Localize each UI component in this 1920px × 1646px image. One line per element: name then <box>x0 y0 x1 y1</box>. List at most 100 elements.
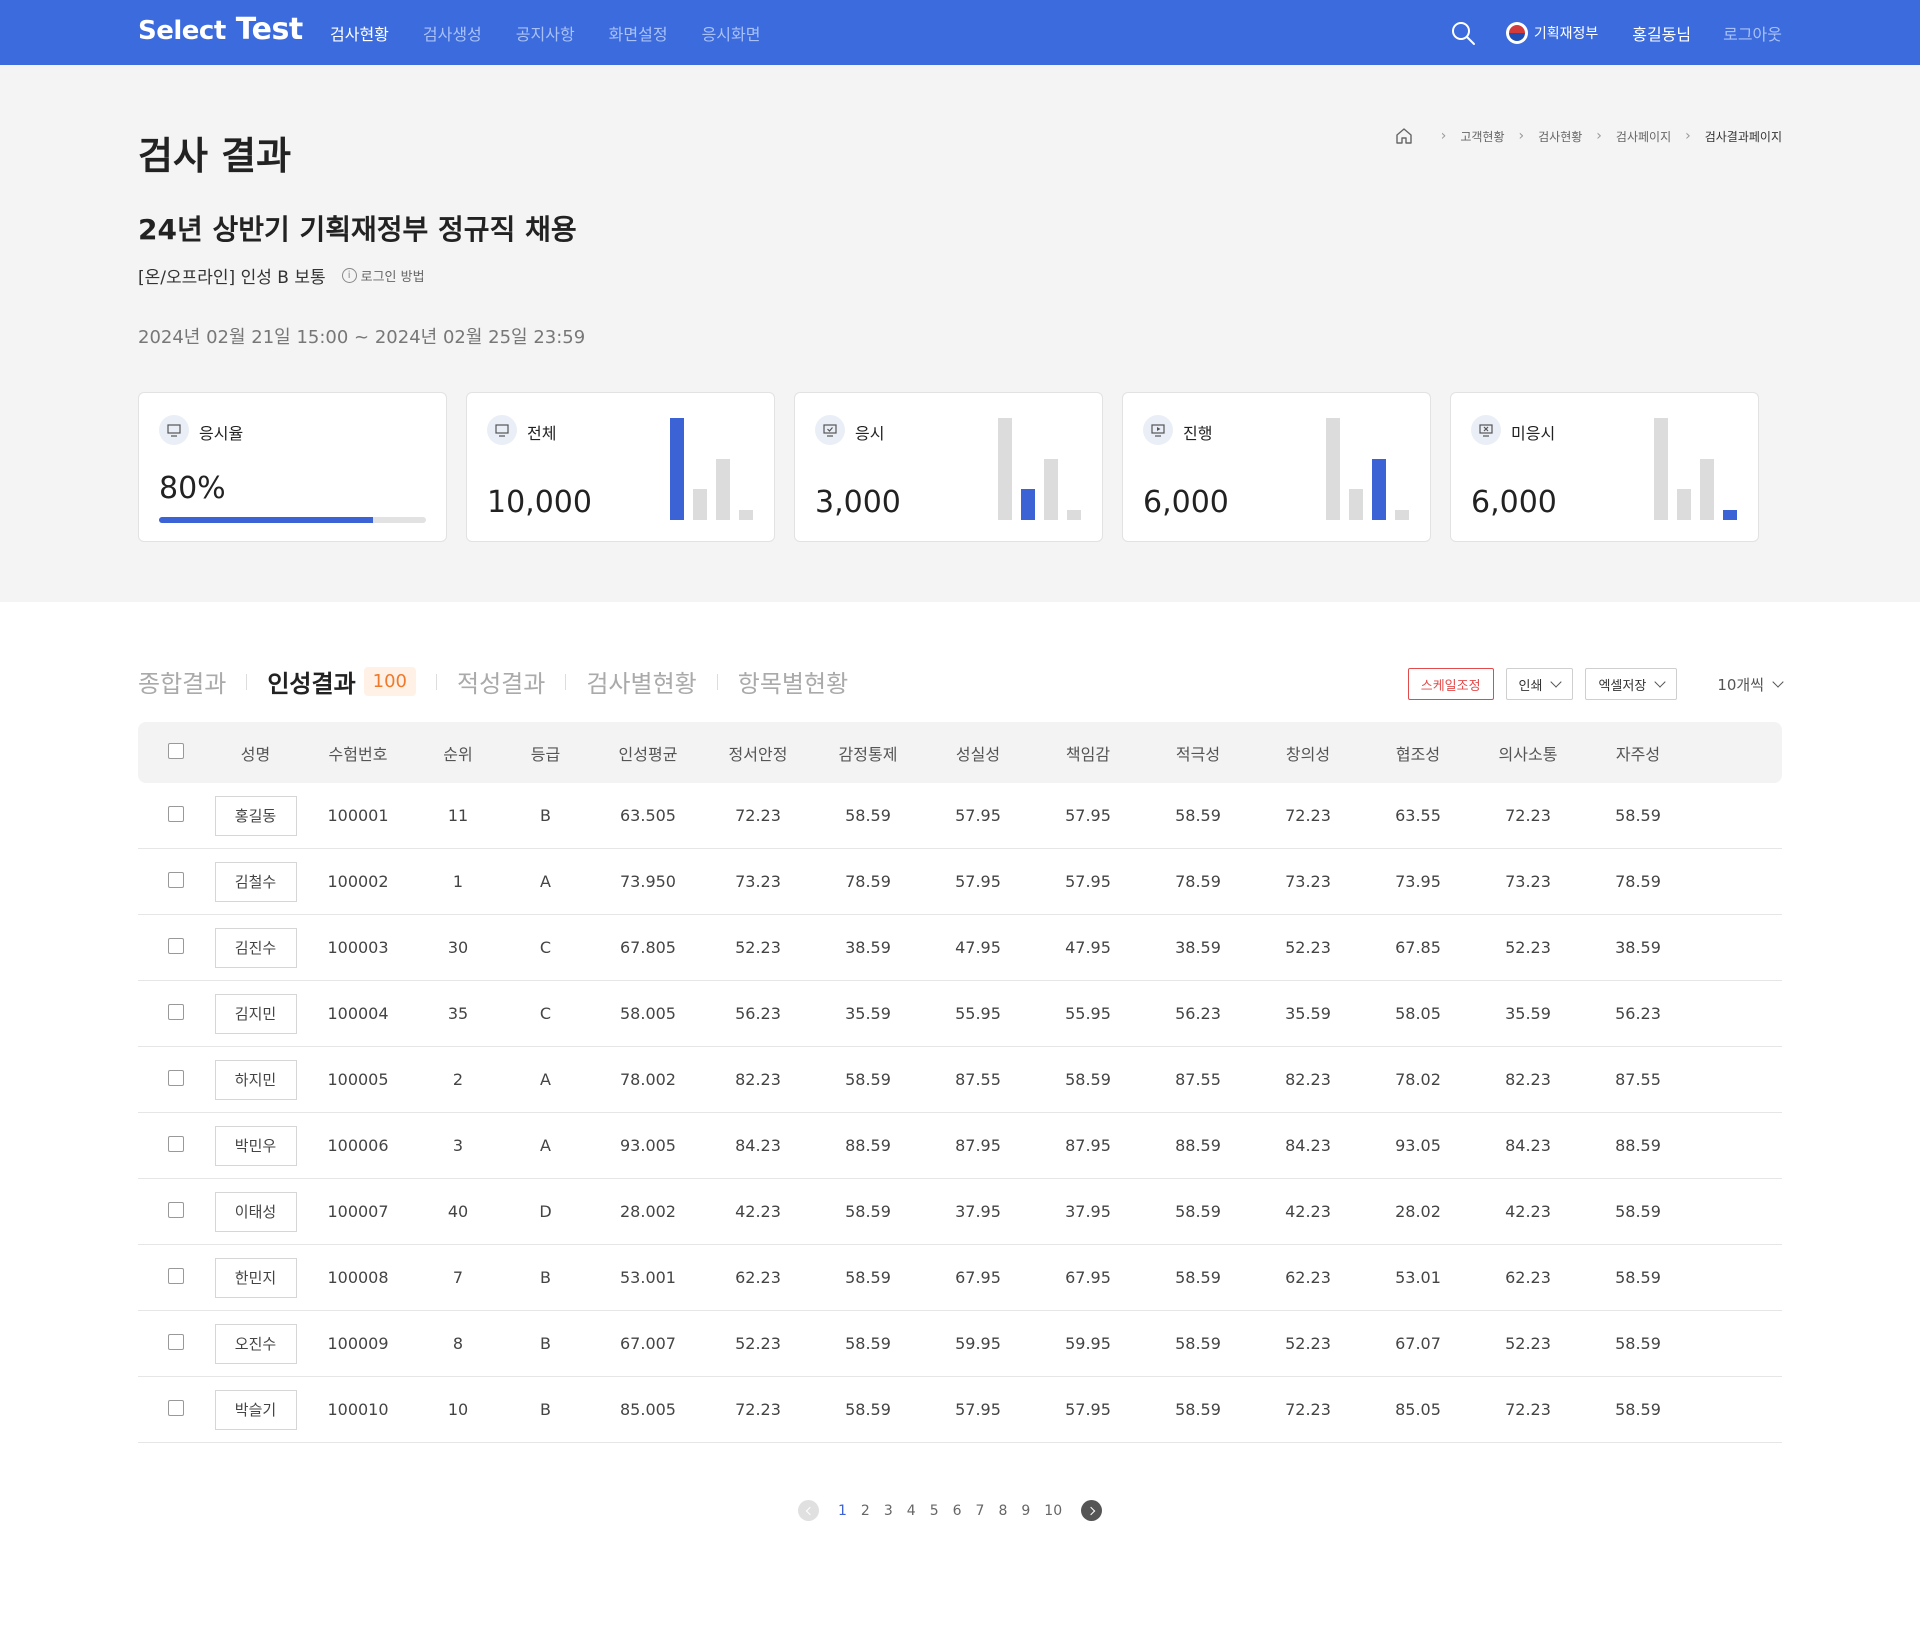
candidate-name-button[interactable]: 오진수 <box>214 1323 297 1364</box>
mini-bar <box>1395 509 1409 520</box>
candidate-name-button[interactable]: 박민우 <box>214 1125 297 1166</box>
page-number[interactable]: 9 <box>1021 1503 1030 1519</box>
page-number[interactable]: 6 <box>953 1503 962 1519</box>
row-checkbox-cell <box>138 937 213 958</box>
prev-page-button[interactable] <box>798 1500 819 1521</box>
table-cell: 57.95 <box>1065 806 1111 825</box>
row-checkbox[interactable] <box>167 1003 184 1020</box>
row-checkbox[interactable] <box>167 937 184 954</box>
table-cell: 100007 <box>327 1202 389 1221</box>
candidate-name-button[interactable]: 박슬기 <box>214 1389 297 1430</box>
table-cell: 53.01 <box>1395 1268 1441 1287</box>
login-help-link[interactable]: i 로그인 방법 <box>341 266 425 285</box>
table-cell: B <box>540 1268 551 1287</box>
main-nav: 검사현황 검사생성 공지사항 화면설정 응시화면 <box>330 0 794 65</box>
candidate-name-button[interactable]: 한민지 <box>214 1257 297 1298</box>
excel-export-button[interactable]: 엑셀저장 <box>1585 668 1678 700</box>
nav-item-notice[interactable]: 공지사항 <box>516 21 575 45</box>
tab-aptitude[interactable]: 적성결과 <box>457 664 545 699</box>
home-icon[interactable] <box>1395 127 1413 145</box>
candidate-name-button[interactable]: 하지민 <box>214 1059 297 1100</box>
table-toolbar: 스케일조정 인쇄 엑셀저장 10개씩 <box>1396 668 1784 700</box>
table-row: 이태성 100007 40 D 28.002 42.23 58.59 37.95 37.95 58… <box>138 1179 1782 1245</box>
table-cell: 67.95 <box>1065 1268 1111 1287</box>
table-cell: 100006 <box>327 1136 389 1155</box>
candidate-name-button[interactable]: 김진수 <box>214 927 297 968</box>
row-checkbox-cell <box>138 1399 213 1420</box>
table-cell: 100008 <box>327 1268 389 1287</box>
page-number[interactable]: 8 <box>998 1503 1007 1519</box>
tab-by-item[interactable]: 항목별현황 <box>738 664 848 699</box>
row-checkbox[interactable] <box>167 1399 184 1416</box>
table-cell: 87.55 <box>1175 1070 1221 1089</box>
row-checkbox[interactable] <box>167 1069 184 1086</box>
logout-link[interactable]: 로그아웃 <box>1723 21 1782 45</box>
nav-item-exam-screen[interactable]: 응시화면 <box>702 21 761 45</box>
monitor-icon <box>159 415 189 445</box>
column-header: 성명 <box>240 744 271 764</box>
candidate-name-button[interactable]: 이태성 <box>214 1191 297 1232</box>
page-number[interactable]: 5 <box>930 1503 939 1519</box>
table-cell: C <box>539 1004 552 1023</box>
tab-by-test[interactable]: 검사별현황 <box>586 664 696 699</box>
row-checkbox[interactable] <box>167 1267 184 1284</box>
table-cell: 100009 <box>327 1334 389 1353</box>
page-number[interactable]: 10 <box>1044 1503 1062 1519</box>
tab-divider <box>716 673 718 690</box>
exam-subtitle: [온/오프라인] 인성 B 보통 i 로그인 방법 <box>138 263 425 288</box>
page-number[interactable]: 4 <box>907 1503 916 1519</box>
stat-value: 10,000 <box>487 485 592 520</box>
row-checkbox-cell <box>138 1069 213 1090</box>
tab-personality[interactable]: 인성결과 <box>267 664 355 699</box>
row-checkbox[interactable] <box>167 1135 184 1152</box>
user-name[interactable]: 홍길동님 <box>1632 21 1691 45</box>
candidate-name-button[interactable]: 김철수 <box>214 861 297 902</box>
nav-item-status[interactable]: 검사현황 <box>330 21 389 45</box>
table-cell: 85.05 <box>1395 1400 1441 1419</box>
breadcrumb-item[interactable]: 고객현황 <box>1460 128 1504 145</box>
mini-bar-chart <box>998 418 1082 520</box>
table-cell: 11 <box>447 806 469 825</box>
organization-emblem-icon <box>1505 21 1528 44</box>
next-page-button[interactable] <box>1081 1500 1103 1521</box>
breadcrumb-item[interactable]: 검사페이지 <box>1616 128 1671 145</box>
logo[interactable]: Select Test <box>138 12 303 47</box>
table-cell: 2 <box>452 1070 464 1089</box>
scale-adjust-button[interactable]: 스케일조정 <box>1407 668 1494 700</box>
table-cell: 57.95 <box>955 872 1001 891</box>
row-checkbox[interactable] <box>167 805 184 822</box>
nav-item-screen-settings[interactable]: 화면설정 <box>609 21 668 45</box>
table-cell: 42.23 <box>735 1202 781 1221</box>
table-cell: D <box>539 1202 552 1221</box>
candidate-name-button[interactable]: 홍길동 <box>214 795 297 836</box>
table-cell: B <box>540 1334 551 1353</box>
table-cell: 42.23 <box>1505 1202 1551 1221</box>
table-cell: 100005 <box>327 1070 389 1089</box>
per-page-select[interactable]: 10개씩 <box>1717 674 1784 695</box>
table-cell: 7 <box>452 1268 464 1287</box>
page-number[interactable]: 1 <box>838 1503 847 1519</box>
row-checkbox[interactable] <box>167 1201 184 1218</box>
table-cell: 58.59 <box>1175 806 1221 825</box>
nav-item-create[interactable]: 검사생성 <box>423 21 482 45</box>
tab-overall[interactable]: 종합결과 <box>138 664 226 699</box>
print-button[interactable]: 인쇄 <box>1505 668 1574 700</box>
page-number[interactable]: 7 <box>976 1503 985 1519</box>
excel-button-label: 엑셀저장 <box>1598 678 1647 694</box>
page-number[interactable]: 3 <box>884 1503 893 1519</box>
page-number[interactable]: 2 <box>861 1503 870 1519</box>
search-icon[interactable] <box>1450 20 1476 46</box>
breadcrumb-item[interactable]: 검사현황 <box>1538 128 1582 145</box>
result-tabs: 종합결과 인성결과 100 적성결과 검사별현황 항목별현황 <box>138 664 848 699</box>
table-cell: 42.23 <box>1285 1202 1331 1221</box>
table-cell: 78.59 <box>1615 872 1661 891</box>
summary-section: 검사 결과 › 고객현황 › 검사현황 › 검사페이지 › 검사결과페이지 24… <box>0 65 1920 602</box>
row-checkbox[interactable] <box>167 1333 184 1350</box>
mini-bar <box>1326 418 1340 520</box>
table-cell: 52.23 <box>1505 1334 1551 1353</box>
table-row: 박슬기 100010 10 B 85.005 72.23 58.59 57.95 57.95 58… <box>138 1377 1782 1443</box>
candidate-name-button[interactable]: 김지민 <box>214 993 297 1034</box>
select-all-checkbox[interactable] <box>167 742 184 759</box>
row-checkbox[interactable] <box>167 871 184 888</box>
table-cell: 57.95 <box>1065 1400 1111 1419</box>
